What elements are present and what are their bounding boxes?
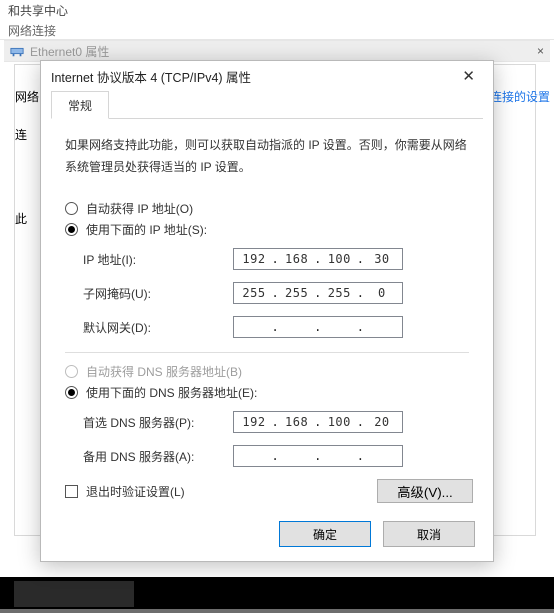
- label-subnet-mask: 子网掩码(U):: [83, 285, 233, 302]
- adapter-props-title: Ethernet0 属性: [30, 43, 109, 60]
- radio-dns-manual[interactable]: 使用下面的 DNS 服务器地址(E):: [65, 384, 469, 401]
- advanced-button[interactable]: 高级(V)...: [377, 479, 473, 503]
- dialog-close-button[interactable]: ✕: [452, 63, 485, 89]
- radio-icon: [65, 202, 78, 215]
- radio-icon: [65, 223, 78, 236]
- label-pref-dns: 首选 DNS 服务器(P):: [83, 414, 233, 431]
- explorer-header: 和共享中心 网络连接: [0, 0, 554, 40]
- ip-group: 自动获得 IP 地址(O) 使用下面的 IP 地址(S): IP 地址(I): …: [65, 200, 469, 338]
- tabstrip: 常规: [51, 91, 483, 119]
- radio-icon: [65, 365, 78, 378]
- input-pref-dns[interactable]: 192. 168. 100. 20: [233, 411, 403, 433]
- dialog-body: 如果网络支持此功能，则可以获取自动指派的 IP 设置。否则，你需要从网络系统管理…: [41, 119, 493, 510]
- radio-dns-manual-label: 使用下面的 DNS 服务器地址(E):: [86, 384, 257, 401]
- ok-button[interactable]: 确定: [279, 521, 371, 547]
- input-ip-address[interactable]: 192. 168. 100. 30: [233, 248, 403, 270]
- radio-ip-auto-label: 自动获得 IP 地址(O): [86, 200, 193, 217]
- network-adapter-icon: [10, 44, 24, 58]
- dialog-title: Internet 协议版本 4 (TCP/IPv4) 属性: [51, 67, 251, 86]
- label-alt-dns: 备用 DNS 服务器(A):: [83, 448, 233, 465]
- tab-general[interactable]: 常规: [51, 91, 109, 119]
- input-subnet-mask[interactable]: 255. 255. 255. 0: [233, 282, 403, 304]
- label-ip-address: IP 地址(I):: [83, 251, 233, 268]
- radio-icon: [65, 386, 78, 399]
- verify-on-exit-label: 退出时验证设置(L): [86, 483, 185, 500]
- radio-dns-auto-label: 自动获得 DNS 服务器地址(B): [86, 363, 242, 380]
- input-alt-dns[interactable]: . . .: [233, 445, 403, 467]
- radio-ip-manual[interactable]: 使用下面的 IP 地址(S):: [65, 221, 469, 238]
- ipv4-properties-dialog: Internet 协议版本 4 (TCP/IPv4) 属性 ✕ 常规 如果网络支…: [40, 60, 494, 562]
- adapter-close-icon[interactable]: ×: [537, 44, 544, 58]
- divider: [65, 352, 469, 353]
- label-default-gateway: 默认网关(D):: [83, 319, 233, 336]
- radio-ip-auto[interactable]: 自动获得 IP 地址(O): [65, 200, 469, 217]
- adapter-props-titlebar: Ethernet0 属性 ×: [4, 40, 550, 62]
- taskbar: [0, 577, 554, 613]
- dns-group: 自动获得 DNS 服务器地址(B) 使用下面的 DNS 服务器地址(E): 首选…: [65, 363, 469, 467]
- radio-dns-auto: 自动获得 DNS 服务器地址(B): [65, 363, 469, 380]
- breadcrumb-1: 和共享中心: [8, 2, 546, 19]
- checkbox-icon: [65, 485, 78, 498]
- cancel-button[interactable]: 取消: [383, 521, 475, 547]
- description-text: 如果网络支持此功能，则可以获取自动指派的 IP 设置。否则，你需要从网络系统管理…: [65, 135, 469, 178]
- input-default-gateway[interactable]: . . .: [233, 316, 403, 338]
- radio-ip-manual-label: 使用下面的 IP 地址(S):: [86, 221, 207, 238]
- dialog-titlebar: Internet 协议版本 4 (TCP/IPv4) 属性 ✕: [41, 61, 493, 91]
- taskbar-item[interactable]: [14, 581, 134, 607]
- breadcrumb-2: 网络连接: [8, 22, 546, 39]
